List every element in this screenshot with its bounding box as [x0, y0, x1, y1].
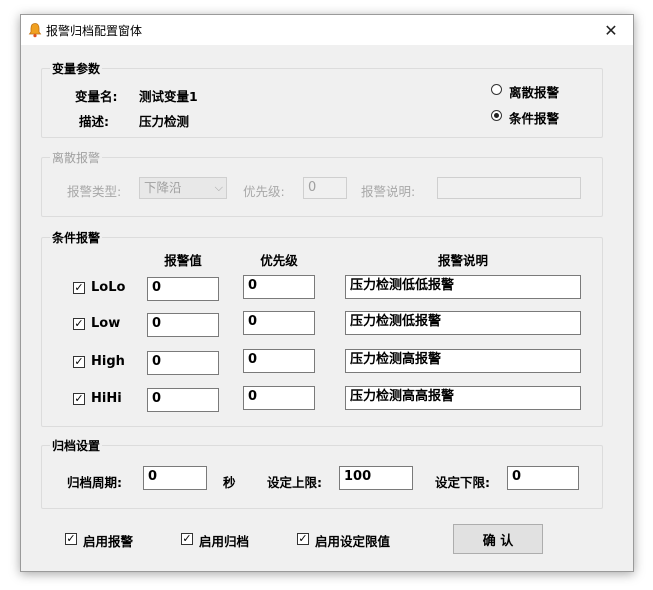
archive-period-unit: 秒 [223, 475, 236, 490]
archive-period-input[interactable]: 0 [143, 466, 207, 490]
column-header-priority: 优先级 [260, 253, 298, 268]
chevron-down-icon: ⌵ [214, 181, 223, 194]
alarm-bell-icon [27, 22, 43, 38]
upper-limit-label: 设定上限: [267, 475, 322, 490]
low-desc-input[interactable]: 压力检测低报警 [345, 311, 581, 335]
hihi-desc-input[interactable]: 压力检测高高报警 [345, 386, 581, 410]
high-value-input[interactable]: 0 [147, 351, 219, 375]
lolo-priority-input[interactable]: 0 [243, 275, 315, 299]
column-header-value: 报警值 [164, 253, 202, 268]
close-button[interactable]: ✕ [589, 15, 633, 45]
discrete-priority-input[interactable]: 0 [303, 177, 347, 199]
group-label: 条件报警 [50, 229, 103, 246]
enable-limit-label[interactable]: 启用设定限值 [315, 531, 390, 550]
column-header-description: 报警说明 [437, 253, 488, 268]
radio-discrete-alarm-label[interactable]: 离散报警 [509, 82, 559, 101]
low-label: Low [91, 316, 121, 331]
config-window: 报警归档配置窗体 ✕ 变量参数 变量名: 测试变量1 描述: 压力检测 离散报警… [20, 14, 634, 572]
enable-alarm-label[interactable]: 启用报警 [83, 531, 133, 550]
lolo-checkbox[interactable]: ✓ [73, 282, 85, 294]
enable-alarm-checkbox[interactable]: ✓ [65, 533, 77, 545]
upper-limit-input[interactable]: 100 [339, 466, 413, 490]
archive-period-label: 归档周期: [67, 475, 122, 490]
lower-limit-label: 设定下限: [435, 475, 490, 490]
variable-name-label: 变量名: [75, 89, 118, 104]
lolo-label: LoLo [91, 280, 126, 295]
hihi-label: HiHi [91, 391, 122, 406]
low-checkbox[interactable]: ✓ [73, 318, 85, 330]
low-priority-input[interactable]: 0 [243, 311, 315, 335]
radio-condition-alarm[interactable] [491, 110, 502, 121]
high-priority-input[interactable]: 0 [243, 349, 315, 373]
radio-condition-alarm-label[interactable]: 条件报警 [509, 108, 559, 127]
lolo-value-input[interactable]: 0 [147, 277, 219, 301]
discrete-priority-label: 优先级: [243, 184, 285, 199]
enable-archive-checkbox[interactable]: ✓ [181, 533, 193, 545]
group-label: 离散报警 [50, 149, 103, 166]
alarm-type-value: 下降沿 [144, 180, 182, 195]
group-label: 归档设置 [50, 437, 103, 454]
discrete-desc-label: 报警说明: [361, 184, 416, 199]
title-bar: 报警归档配置窗体 ✕ [21, 15, 633, 45]
enable-archive-label[interactable]: 启用归档 [199, 531, 249, 550]
confirm-button[interactable]: 确 认 [453, 524, 543, 554]
radio-discrete-alarm[interactable] [491, 84, 502, 95]
hihi-checkbox[interactable]: ✓ [73, 393, 85, 405]
low-value-input[interactable]: 0 [147, 313, 219, 337]
discrete-desc-input[interactable] [437, 177, 581, 199]
hihi-priority-input[interactable]: 0 [243, 386, 315, 410]
lower-limit-input[interactable]: 0 [507, 466, 579, 490]
description-value: 压力检测 [139, 114, 190, 129]
alarm-type-label: 报警类型: [67, 184, 122, 199]
high-label: High [91, 354, 125, 369]
hihi-value-input[interactable]: 0 [147, 388, 219, 412]
high-checkbox[interactable]: ✓ [73, 356, 85, 368]
close-icon: ✕ [604, 20, 618, 40]
alarm-type-select[interactable]: 下降沿 ⌵ [139, 177, 227, 199]
description-label: 描述: [79, 114, 109, 129]
lolo-desc-input[interactable]: 压力检测低低报警 [345, 275, 581, 299]
window-title: 报警归档配置窗体 [46, 24, 143, 38]
high-desc-input[interactable]: 压力检测高报警 [345, 349, 581, 373]
variable-params-group: 变量参数 [41, 60, 603, 138]
group-label: 变量参数 [50, 60, 103, 77]
enable-limit-checkbox[interactable]: ✓ [297, 533, 309, 545]
variable-name-value: 测试变量1 [139, 89, 198, 104]
